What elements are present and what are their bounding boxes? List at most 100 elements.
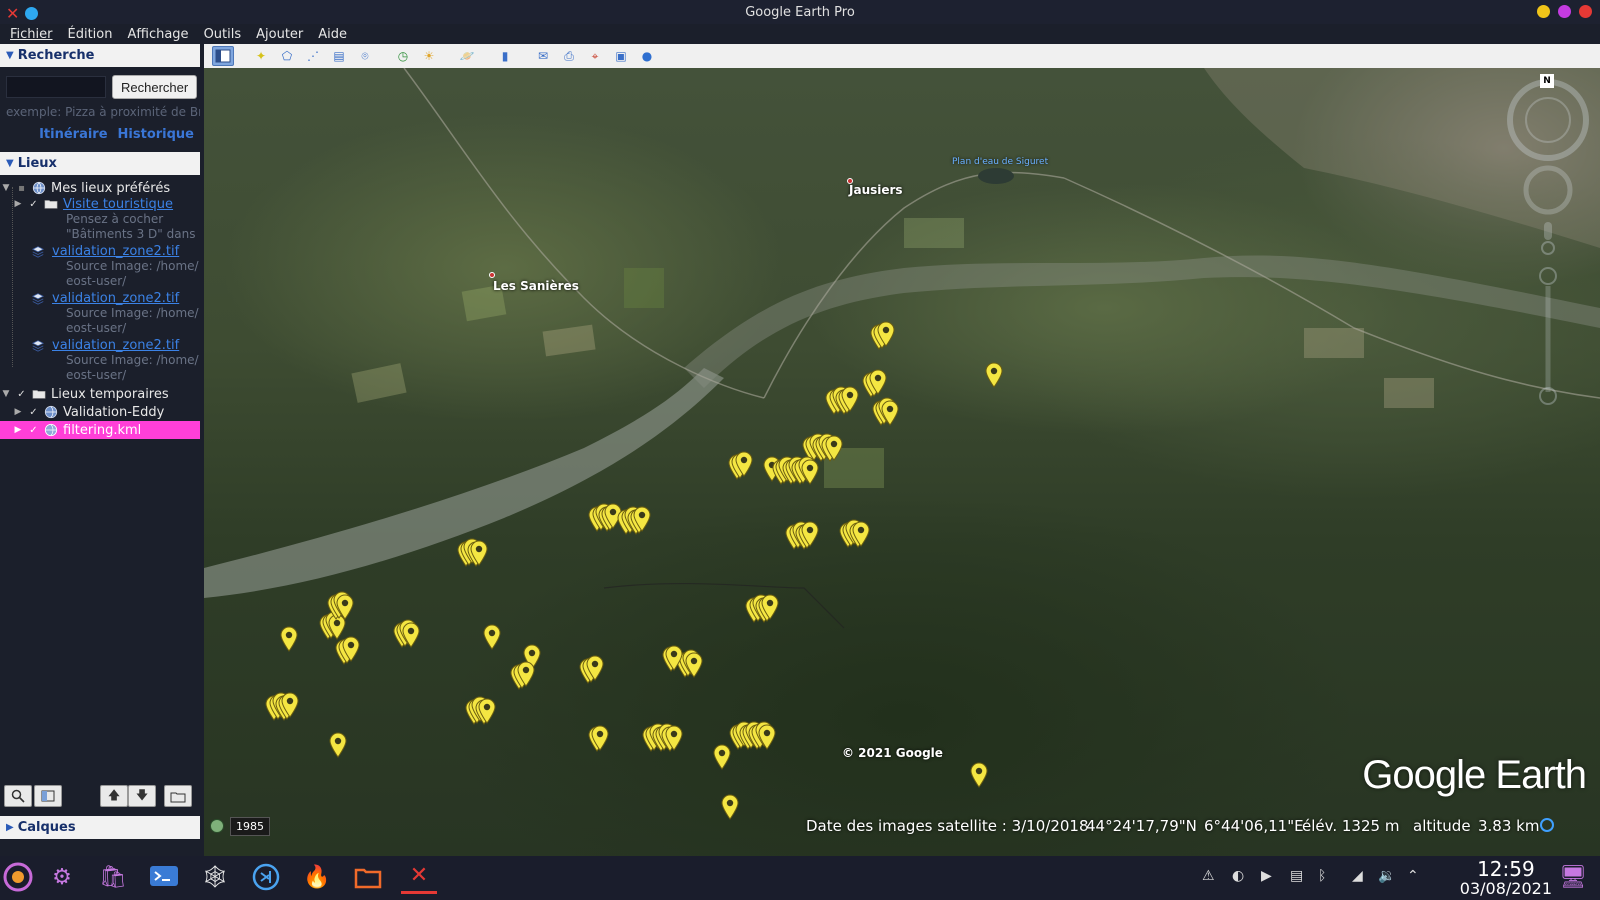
tree-item-overlay-3[interactable]: validation_zone2.tif	[30, 336, 179, 354]
record-tour-button[interactable]: ⌾	[354, 46, 376, 66]
placemark-pin-icon[interactable]	[665, 725, 683, 751]
menu-ajouter[interactable]: Ajouter	[256, 27, 303, 42]
ruler-button[interactable]: ▮	[494, 46, 516, 66]
add-placemark-button[interactable]: ✦	[250, 46, 272, 66]
places-panel-header[interactable]: ▼ Lieux	[0, 152, 200, 175]
expand-arrow-icon[interactable]: ▼	[0, 389, 12, 399]
firefox-icon[interactable]: 🔥	[299, 860, 335, 894]
menu-affichage[interactable]: Affichage	[127, 27, 188, 42]
tree-link-label[interactable]: validation_zone2.tif	[52, 244, 179, 259]
close-button[interactable]	[1579, 5, 1592, 18]
tree-item-filtering-selected[interactable]: ▶ ✓ filtering.kml	[0, 421, 200, 439]
planets-button[interactable]: 🪐	[456, 46, 478, 66]
placemark-pin-icon[interactable]	[970, 762, 988, 788]
placemark-pin-icon[interactable]	[470, 540, 488, 566]
placemark-pin-icon[interactable]	[342, 636, 360, 662]
minimize-button[interactable]	[1537, 5, 1550, 18]
expand-arrow-icon[interactable]: ▼	[0, 183, 12, 193]
web-icon[interactable]: 🕸	[197, 860, 233, 894]
placemark-pin-icon[interactable]	[735, 451, 753, 477]
add-folder-button[interactable]	[164, 785, 192, 807]
placemark-pin-icon[interactable]	[517, 661, 535, 687]
placemark-pin-icon[interactable]	[713, 744, 731, 770]
map-label-jausiers[interactable]: Jausiers	[849, 183, 903, 197]
move-up-button[interactable]: 🡅	[100, 785, 128, 807]
sunlight-button[interactable]: ☀	[418, 46, 440, 66]
placemark-pin-icon[interactable]	[801, 521, 819, 547]
tree-item-overlay-2[interactable]: validation_zone2.tif	[30, 289, 179, 307]
search-panel-header[interactable]: ▼ Recherche	[0, 44, 200, 67]
checkbox[interactable]: ▪	[16, 183, 27, 194]
compass-north-label[interactable]: N	[1540, 74, 1554, 88]
tree-item-overlay-1[interactable]: validation_zone2.tif	[30, 242, 179, 260]
search-input[interactable]	[6, 76, 106, 98]
bluetooth-icon[interactable]: ᛒ	[1318, 868, 1326, 884]
sidebar-toggle-button[interactable]	[212, 46, 234, 66]
placemark-pin-icon[interactable]	[483, 624, 501, 650]
town-marker-icon[interactable]	[489, 272, 495, 278]
placemark-pin-icon[interactable]	[877, 321, 895, 347]
placemark-pin-icon[interactable]	[281, 692, 299, 718]
volume-icon[interactable]: 🔉	[1378, 868, 1395, 884]
update-icon[interactable]: ◐	[1232, 868, 1244, 884]
placemark-pin-icon[interactable]	[761, 594, 779, 620]
expand-arrow-icon[interactable]: ▶	[12, 407, 24, 417]
placemark-pin-icon[interactable]	[586, 655, 604, 681]
clipboard-icon[interactable]: ▤	[1290, 868, 1303, 884]
placemark-pin-icon[interactable]	[801, 459, 819, 485]
vscode-icon[interactable]	[248, 860, 284, 894]
email-button[interactable]: ✉	[532, 46, 554, 66]
menu-fichier[interactable]: Fichier	[10, 27, 53, 42]
checkbox[interactable]: ✓	[28, 199, 39, 210]
expand-arrow-icon[interactable]: ▶	[12, 199, 24, 209]
placemark-pin-icon[interactable]	[985, 362, 1003, 388]
placemark-pin-icon[interactable]	[402, 622, 420, 648]
move-down-button[interactable]: 🡇	[128, 785, 156, 807]
media-play-icon[interactable]: ▶	[1261, 868, 1272, 884]
checkbox[interactable]: ✓	[28, 407, 39, 418]
show-desktop-icon[interactable]: 🖥	[1555, 860, 1591, 894]
placemark-pin-icon[interactable]	[758, 724, 776, 750]
checkbox[interactable]: ✓	[16, 389, 27, 400]
add-path-button[interactable]: ⋰	[302, 46, 324, 66]
menu-outils[interactable]: Outils	[204, 27, 242, 42]
panel-toggle-button[interactable]	[34, 785, 62, 807]
search-places-button[interactable]	[4, 785, 32, 807]
expand-tray-icon[interactable]: ⌃	[1407, 868, 1419, 884]
layers-panel-header[interactable]: ▶ Calques	[0, 816, 200, 839]
earth-view-button[interactable]: ●	[636, 46, 658, 66]
history-link[interactable]: Historique	[118, 127, 194, 142]
tree-link-label[interactable]: validation_zone2.tif	[52, 338, 179, 353]
placemark-pin-icon[interactable]	[591, 725, 609, 751]
tree-item-tour[interactable]: ▶ ✓ Visite touristique	[12, 195, 174, 213]
tree-item-validation[interactable]: ▶ ✓ Validation-Eddy	[12, 403, 165, 421]
network-icon[interactable]: ◢	[1352, 868, 1363, 884]
tree-link-label[interactable]: Visite touristique	[63, 197, 173, 212]
store-bag-icon[interactable]: 🛍	[95, 860, 131, 894]
checkbox[interactable]: ✓	[28, 425, 39, 436]
placemark-pin-icon[interactable]	[665, 645, 683, 671]
taskbar-clock[interactable]: 12:59 03/08/2021	[1460, 858, 1552, 898]
placemark-pin-icon[interactable]	[852, 521, 870, 547]
placemark-pin-icon[interactable]	[685, 652, 703, 678]
placemark-pin-icon[interactable]	[825, 435, 843, 461]
terminal-icon[interactable]	[146, 860, 182, 894]
placemark-pin-icon[interactable]	[280, 626, 298, 652]
notification-icon[interactable]: ⚠	[1202, 868, 1215, 884]
tree-item-temp-places[interactable]: ▼ ✓ Lieux temporaires	[0, 385, 169, 403]
expand-arrow-icon[interactable]: ▶	[12, 425, 24, 435]
file-manager-icon[interactable]	[350, 860, 386, 894]
placemark-pin-icon[interactable]	[329, 732, 347, 758]
google-maps-button[interactable]: ⌖	[584, 46, 606, 66]
map-label-lake[interactable]: Plan d'eau de Siguret	[952, 157, 1048, 167]
map-view[interactable]: Jausiers Les Sanières Plan d'eau de Sigu…	[204, 68, 1600, 856]
settings-gear-icon[interactable]: ⚙	[44, 860, 80, 894]
placemark-pin-icon[interactable]	[478, 698, 496, 724]
placemark-pin-icon[interactable]	[336, 594, 354, 620]
print-button[interactable]: ⎙	[558, 46, 580, 66]
menu-edition[interactable]: Édition	[68, 27, 113, 42]
add-polygon-button[interactable]: ⬠	[276, 46, 298, 66]
placemark-pin-icon[interactable]	[841, 386, 859, 412]
save-image-button[interactable]: ▣	[610, 46, 632, 66]
placemark-pin-icon[interactable]	[633, 506, 651, 532]
